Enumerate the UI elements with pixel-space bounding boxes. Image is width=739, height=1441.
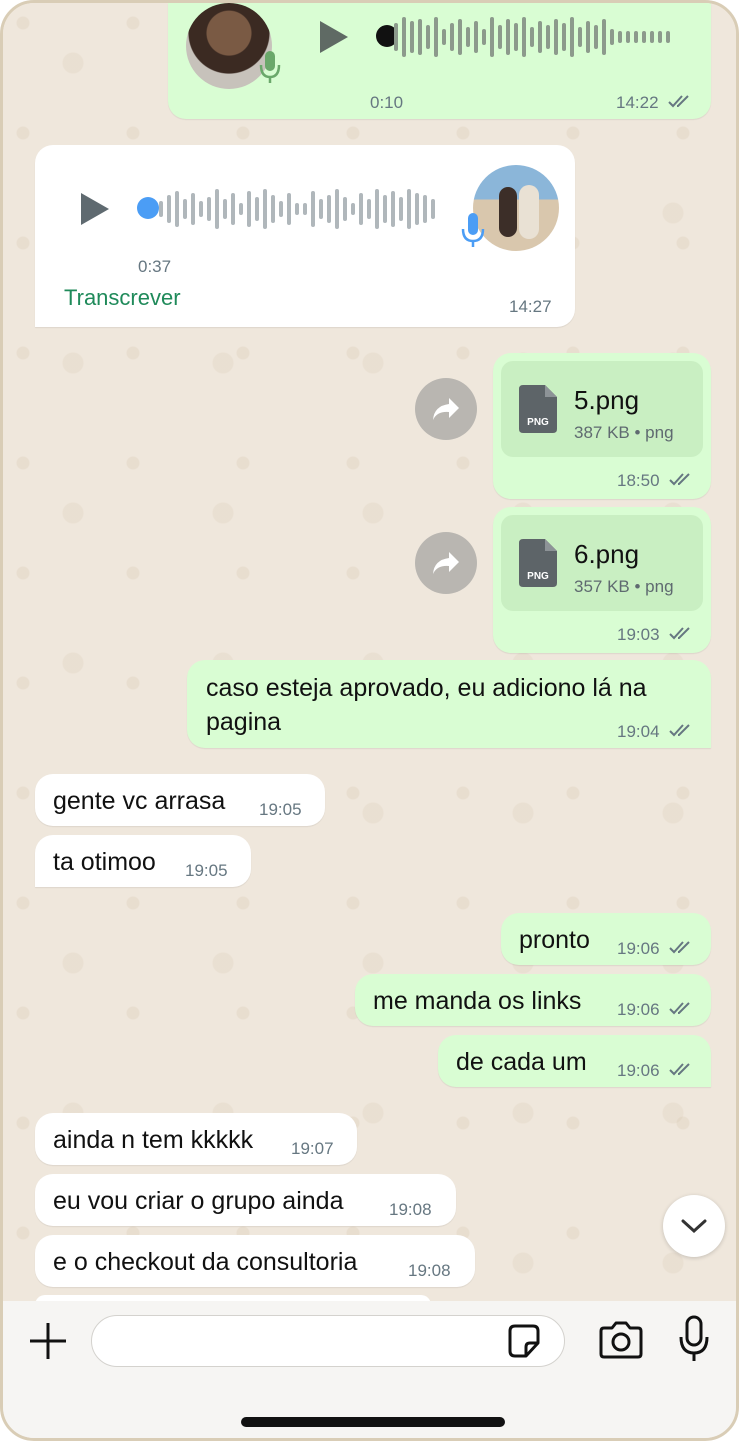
read-ticks-icon bbox=[669, 941, 690, 954]
text-message-incoming[interactable]: gente vc arrasa 19:05 bbox=[35, 774, 325, 826]
message-text-line: caso esteja aprovado, eu adiciono lá na bbox=[206, 674, 647, 702]
text-message-outgoing[interactable]: caso esteja aprovado, eu adiciono lá na … bbox=[187, 660, 711, 748]
message-text: me manda os links bbox=[373, 987, 582, 1015]
forward-icon bbox=[433, 398, 459, 420]
message-time: 19:06 bbox=[617, 1061, 660, 1080]
sticker-icon[interactable] bbox=[506, 1323, 542, 1359]
message-time: 19:08 bbox=[389, 1200, 432, 1219]
audio-duration: 0:37 bbox=[138, 257, 172, 276]
mic-icon bbox=[461, 213, 485, 247]
text-message-incoming[interactable]: e o checkout da consultoria 19:08 bbox=[35, 1235, 475, 1287]
message-time: 19:06 bbox=[617, 939, 660, 958]
file-name: 6.png bbox=[574, 539, 640, 569]
play-icon[interactable] bbox=[79, 191, 111, 227]
file-type-label: PNG bbox=[527, 417, 549, 428]
message-time: 19:03 bbox=[617, 625, 660, 644]
text-message-incoming[interactable]: eu vou criar o grupo ainda 19:08 bbox=[35, 1174, 456, 1226]
read-ticks-icon bbox=[669, 473, 690, 486]
chevron-down-icon bbox=[681, 1219, 707, 1234]
message-time: 14:27 bbox=[509, 297, 552, 316]
plus-icon[interactable] bbox=[28, 1321, 68, 1361]
read-ticks-icon bbox=[669, 1002, 690, 1015]
text-message-outgoing[interactable]: de cada um 19:06 bbox=[438, 1035, 711, 1087]
file-message[interactable]: PNG 6.png 357 KB • png 19:03 bbox=[493, 507, 711, 653]
message-time: 19:04 bbox=[617, 722, 660, 741]
read-ticks-icon bbox=[669, 1063, 690, 1076]
forward-button[interactable] bbox=[415, 532, 477, 594]
message-time: 19:07 bbox=[291, 1139, 334, 1158]
read-ticks-icon bbox=[668, 95, 689, 108]
file-type-label: PNG bbox=[527, 571, 549, 582]
audio-progress-dot[interactable] bbox=[137, 197, 159, 219]
audio-waveform bbox=[394, 17, 670, 57]
message-time: 19:05 bbox=[259, 800, 302, 819]
sender-avatar bbox=[473, 165, 559, 251]
message-time: 19:06 bbox=[617, 1000, 660, 1019]
file-meta: 357 KB • png bbox=[574, 577, 674, 596]
message-time: 14:22 bbox=[616, 93, 659, 112]
message-time: 19:05 bbox=[185, 861, 228, 880]
message-text: de cada um bbox=[456, 1048, 587, 1076]
forward-icon bbox=[433, 552, 459, 574]
message-text: eu vou criar o grupo ainda bbox=[53, 1187, 344, 1215]
audio-waveform bbox=[159, 189, 435, 229]
mic-icon[interactable] bbox=[678, 1315, 710, 1363]
file-message[interactable]: PNG 5.png 387 KB • png 18:50 bbox=[493, 353, 711, 499]
message-text: pronto bbox=[519, 926, 590, 954]
audio-message-incoming[interactable]: 0:37 Transcrever 14:27 bbox=[35, 145, 575, 327]
message-time: 19:08 bbox=[408, 1261, 451, 1280]
camera-icon[interactable] bbox=[598, 1321, 644, 1359]
play-icon[interactable] bbox=[318, 19, 350, 55]
composer-bar bbox=[3, 1301, 736, 1438]
file-name: 5.png bbox=[574, 385, 640, 415]
file-meta: 387 KB • png bbox=[574, 423, 674, 442]
audio-duration: 0:10 bbox=[370, 93, 404, 112]
text-message-incoming[interactable]: ainda n tem kkkkk 19:07 bbox=[35, 1113, 357, 1165]
file-card[interactable]: PNG 6.png 357 KB • png bbox=[501, 515, 703, 611]
message-text: ainda n tem kkkkk bbox=[53, 1126, 254, 1154]
message-text: e o checkout da consultoria bbox=[53, 1248, 358, 1276]
text-message-outgoing[interactable]: me manda os links 19:06 bbox=[355, 974, 711, 1026]
file-card[interactable]: PNG 5.png 387 KB • png bbox=[501, 361, 703, 457]
mic-icon bbox=[259, 51, 281, 83]
message-text-line: pagina bbox=[206, 708, 282, 736]
read-ticks-icon bbox=[669, 724, 690, 737]
phone-frame: 0:10 14:22 0:37 Transcrever 14:27 PNG 5.… bbox=[0, 0, 739, 1441]
text-message-incoming[interactable]: ta otimoo 19:05 bbox=[35, 835, 251, 887]
read-ticks-icon bbox=[669, 627, 690, 640]
forward-button[interactable] bbox=[415, 378, 477, 440]
message-input[interactable] bbox=[91, 1315, 565, 1367]
scroll-to-bottom-button[interactable] bbox=[663, 1195, 725, 1257]
audio-message-outgoing[interactable]: 0:10 14:22 bbox=[168, 3, 711, 119]
message-text: gente vc arrasa bbox=[53, 787, 226, 815]
text-message-outgoing[interactable]: pronto 19:06 bbox=[501, 913, 711, 965]
message-time: 18:50 bbox=[617, 471, 660, 490]
transcribe-button[interactable]: Transcrever bbox=[64, 285, 181, 311]
home-indicator bbox=[241, 1417, 505, 1427]
message-text: ta otimoo bbox=[53, 848, 156, 876]
